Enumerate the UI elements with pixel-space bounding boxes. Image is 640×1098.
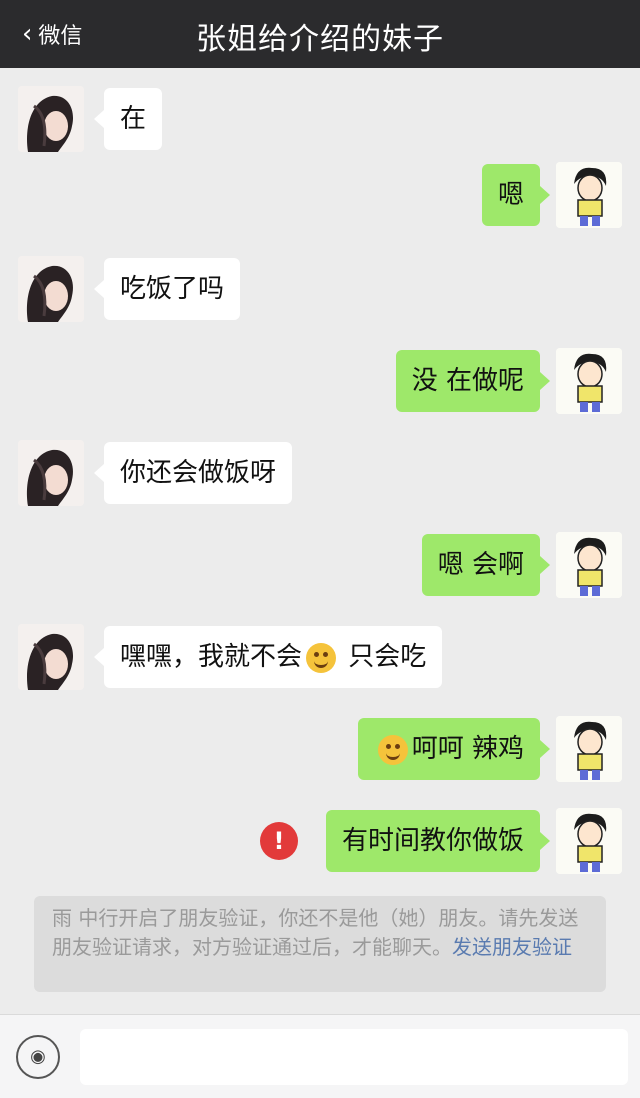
message-row-outgoing: 嗯 会啊 [0,532,640,614]
chat-header: ‹ 微信 张姐给介绍的妹子 [0,0,640,68]
message-text: 你还会做饭呀 [120,458,277,488]
send-failed-icon[interactable]: ! [260,822,298,860]
message-row-outgoing: 有时间教你做饭 ! [0,808,640,890]
message-bubble[interactable]: 在 [93,88,163,150]
message-bubble[interactable]: 嗯 [481,164,551,226]
contact-avatar[interactable] [18,624,84,690]
my-avatar[interactable] [556,716,622,782]
message-bubble[interactable]: 你还会做饭呀 [93,442,293,504]
message-text: 吃饭了吗 [120,274,225,304]
my-avatar[interactable] [556,808,622,874]
contact-avatar[interactable] [18,86,84,152]
message-bubble[interactable]: 没 在做呢 [395,350,551,412]
message-bubble[interactable]: 有时间教你做饭 [325,810,551,872]
message-row-incoming: 你还会做饭呀 [0,440,640,522]
my-avatar[interactable] [556,162,622,228]
message-row-outgoing: 呵呵 辣鸡 [0,716,640,798]
message-text: 有时间教你做饭 [341,826,524,856]
message-row-incoming: 吃饭了吗 [0,256,640,338]
my-avatar[interactable] [556,532,622,598]
message-text: 嘿嘿，我就不会 [120,642,303,672]
message-text: 在 [120,104,147,134]
message-bubble[interactable]: 吃饭了吗 [93,258,241,320]
smile-emoji-icon [306,642,337,673]
chat-title: 张姐给介绍的妹子 [196,22,444,57]
message-row-outgoing: 嗯 [0,162,640,244]
message-bubble[interactable]: 嘿嘿，我就不会 只会吃 [93,626,443,688]
message-row-outgoing: 没 在做呢 [0,348,640,430]
my-avatar[interactable] [556,348,622,414]
message-bubble[interactable]: 呵呵 辣鸡 [357,718,551,780]
contact-avatar[interactable] [18,440,84,506]
contact-avatar[interactable] [18,256,84,322]
friend-verification-notice: 雨 中行开启了朋友验证，你还不是他（她）朋友。请先发送朋友验证请求，对方验证通过… [34,896,606,992]
message-input[interactable] [80,1029,628,1085]
message-list: 在 嗯 吃饭了吗 没 在做呢 你还会做饭呀 嗯 会啊 嘿嘿，我就不会 只会吃 呵… [0,68,640,1008]
message-row-incoming: 嘿嘿，我就不会 只会吃 [0,624,640,706]
send-verification-link[interactable]: 发送朋友验证 [452,935,572,959]
message-text: 没 在做呢 [411,366,524,396]
message-row-incoming: 在 [0,86,640,166]
smile-emoji-icon [377,734,408,765]
message-text: 嗯 会啊 [437,550,524,580]
voice-icon[interactable]: ◉ [16,1035,60,1079]
message-text: 呵呵 辣鸡 [411,734,524,764]
input-bar: ◉ [0,1014,640,1098]
message-text: 只会吃 [340,642,427,672]
message-text: 嗯 [497,180,524,210]
message-bubble[interactable]: 嗯 会啊 [421,534,551,596]
